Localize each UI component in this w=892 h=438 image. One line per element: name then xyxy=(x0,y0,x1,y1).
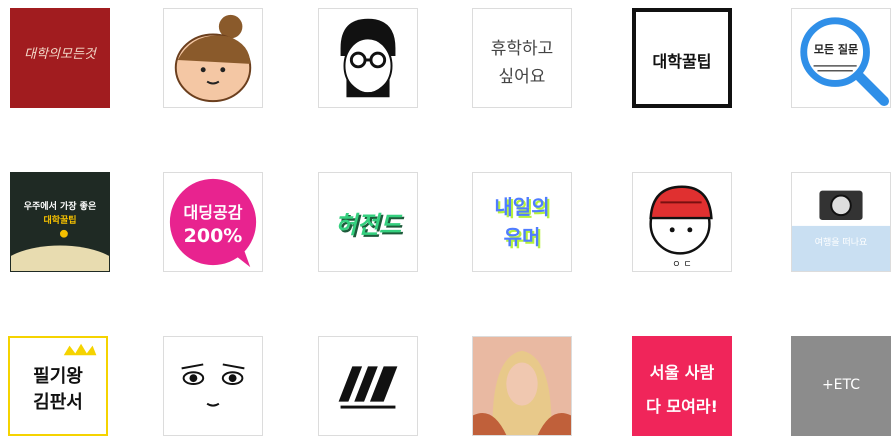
funny-eyes-icon xyxy=(181,363,245,407)
sticker-tile-blonde-photo[interactable] xyxy=(472,336,572,436)
sticker-text: ㅇ ㄷ xyxy=(672,260,692,270)
etc-label: +ETC xyxy=(821,377,861,393)
sticker-tile-hur-jeon-d[interactable]: 허전드 xyxy=(318,172,418,272)
stripes-logo-icon xyxy=(338,366,398,409)
sticker-tile-seoul-people[interactable]: 서울 사람 다 모여라! xyxy=(632,336,732,436)
portrait-photo xyxy=(473,337,571,435)
sticker-text: 대학꿀팁 xyxy=(652,52,712,71)
sticker-text-line2: 다 모여라! xyxy=(646,397,718,416)
sticker-tile-glasses-man[interactable] xyxy=(318,8,418,108)
sticker-tile-etc[interactable]: +ETC xyxy=(791,336,891,436)
sticker-text: 모든 질문 xyxy=(813,43,859,56)
sticker-tile-camera[interactable]: 여행을 떠나요 xyxy=(791,172,891,272)
sticker-tile-magnifier[interactable]: 모든 질문 xyxy=(791,8,891,108)
sticker-text-line1: 필기왕 xyxy=(33,366,83,387)
sticker-tile-book-red[interactable]: 대학의모든것 xyxy=(10,8,110,108)
sticker-tile-stripes-logo[interactable] xyxy=(318,336,418,436)
glasses-man-icon xyxy=(340,18,396,98)
sticker-text: 대학의모든것 xyxy=(24,47,96,62)
sticker-text-line2: 김판서 xyxy=(33,392,83,413)
sticker-tile-bun-girl[interactable] xyxy=(163,8,263,108)
sticker-text: 휴학하고 싶어요 xyxy=(490,39,554,87)
sticker-tile-pilgi-king[interactable]: 필기왕 김판서 xyxy=(8,336,108,436)
magnifier-icon xyxy=(800,17,890,107)
moon-icon xyxy=(11,229,109,271)
sticker-tile-empathy[interactable]: 대딩공감 200% xyxy=(163,172,263,272)
sticker-tile-univ-tips[interactable]: 대학꿀팁 xyxy=(632,8,732,108)
sticker-text: 허전드 xyxy=(334,211,402,239)
sticker-text-line2: 유머 xyxy=(503,225,541,249)
sticker-tile-tomorrow-humor[interactable]: 내일의 유머 xyxy=(472,172,572,272)
sticker-tile-leave-school[interactable]: 휴학하고 싶어요 xyxy=(472,8,572,108)
sticker-text: 여행을 떠나요 xyxy=(814,238,868,248)
sticker-text-line1: 서울 사람 xyxy=(649,363,715,382)
sticker-text-line2: 200% xyxy=(183,225,243,247)
sticker-tile-space-campus[interactable]: 우주에서 가장 좋은 대학꿀팁 xyxy=(10,172,110,272)
sticker-text-line1: 내일의 xyxy=(494,195,550,219)
sticker-text-line1: 대딩공감 xyxy=(183,203,243,222)
sticker-tile-beanie-face[interactable]: ㅇ ㄷ xyxy=(632,172,732,272)
camera-icon xyxy=(792,190,890,271)
page: { "tiles": [ {"id":"book-red","text":"대학… xyxy=(0,0,892,438)
sticker-tile-funny-eyes[interactable] xyxy=(163,336,263,436)
bun-girl-icon xyxy=(174,14,252,103)
